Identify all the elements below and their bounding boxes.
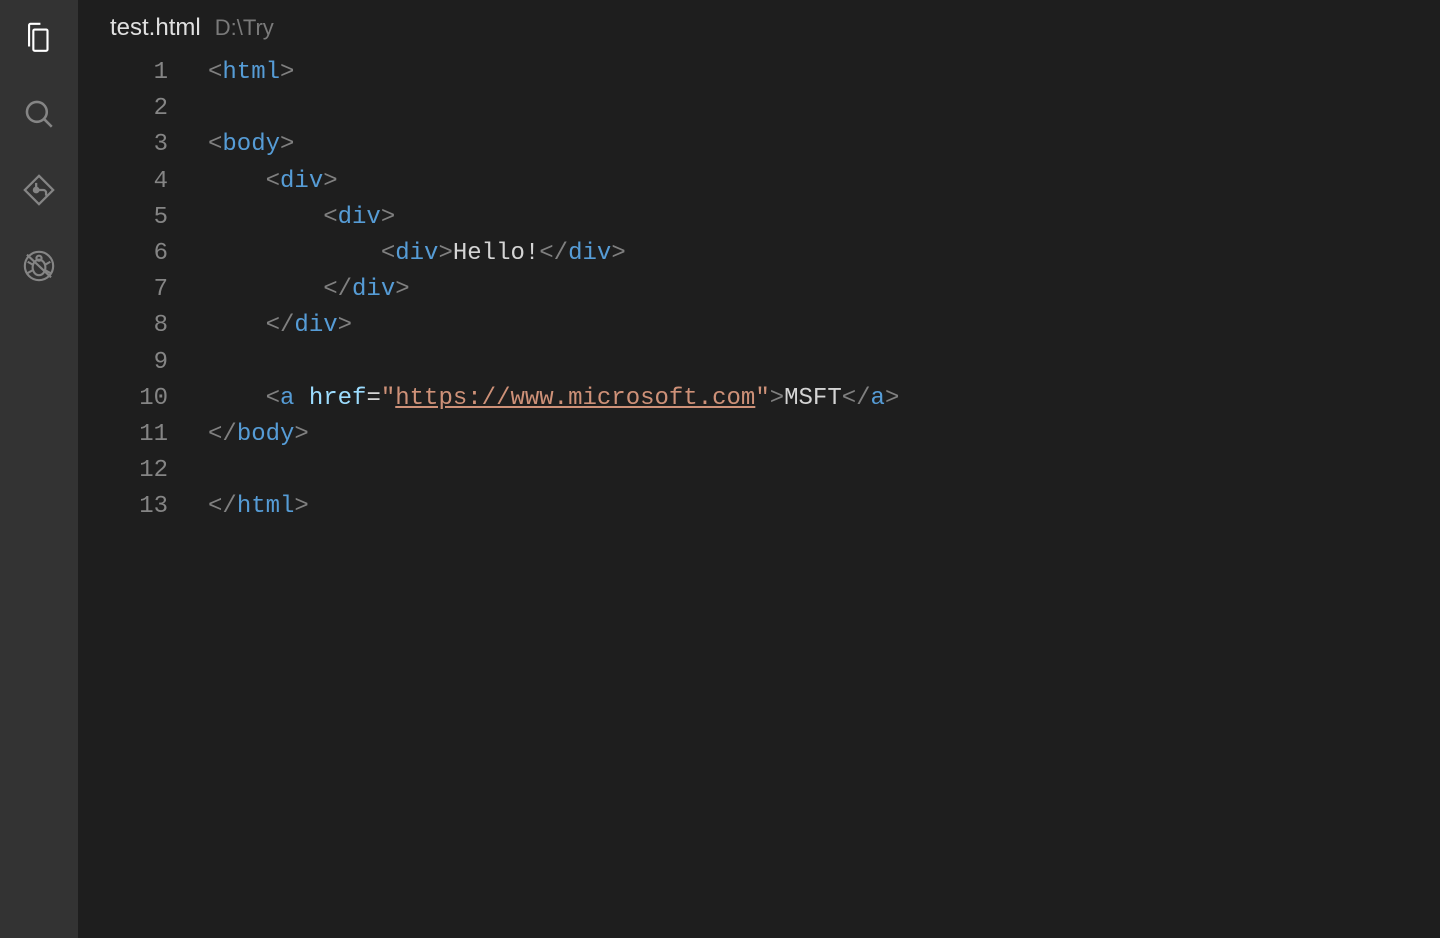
code-line[interactable]: </div> xyxy=(208,272,1440,308)
editor-tab[interactable]: test.html D:\Try xyxy=(78,0,1440,55)
code-line[interactable]: <div>Hello!</div> xyxy=(208,236,1440,272)
search-icon[interactable] xyxy=(21,96,57,132)
code-line[interactable]: <html> xyxy=(208,55,1440,91)
line-number: 11 xyxy=(78,417,168,453)
code-line[interactable]: </html> xyxy=(208,489,1440,525)
line-number: 12 xyxy=(78,453,168,489)
code-line[interactable]: <div> xyxy=(208,200,1440,236)
code-line[interactable]: <body> xyxy=(208,127,1440,163)
code-line[interactable]: </body> xyxy=(208,417,1440,453)
editor-area: test.html D:\Try 12345678910111213 <html… xyxy=(78,0,1440,938)
line-number: 5 xyxy=(78,200,168,236)
line-number: 13 xyxy=(78,489,168,525)
line-number: 2 xyxy=(78,91,168,127)
code-editor[interactable]: 12345678910111213 <html><body> <div> <di… xyxy=(78,55,1440,938)
code-line[interactable] xyxy=(208,453,1440,489)
tab-filename: test.html xyxy=(110,14,201,42)
tab-path: D:\Try xyxy=(215,15,274,41)
line-number: 10 xyxy=(78,381,168,417)
source-control-icon[interactable] xyxy=(21,172,57,208)
line-number-gutter: 12345678910111213 xyxy=(78,55,208,938)
line-number: 9 xyxy=(78,345,168,381)
code-content[interactable]: <html> <body> <div> <div> <div>Hello!</di… xyxy=(208,55,1440,938)
debug-icon[interactable] xyxy=(21,248,57,284)
line-number: 1 xyxy=(78,55,168,91)
code-line[interactable]: <div> xyxy=(208,164,1440,200)
line-number: 7 xyxy=(78,272,168,308)
activity-bar xyxy=(0,0,78,938)
line-number: 8 xyxy=(78,308,168,344)
line-number: 4 xyxy=(78,164,168,200)
explorer-icon[interactable] xyxy=(21,20,57,56)
code-line[interactable] xyxy=(208,91,1440,127)
line-number: 3 xyxy=(78,127,168,163)
line-number: 6 xyxy=(78,236,168,272)
code-line[interactable]: <a href="https://www.microsoft.com">MSFT… xyxy=(208,381,1440,417)
code-line[interactable]: </div> xyxy=(208,308,1440,344)
code-line[interactable] xyxy=(208,345,1440,381)
